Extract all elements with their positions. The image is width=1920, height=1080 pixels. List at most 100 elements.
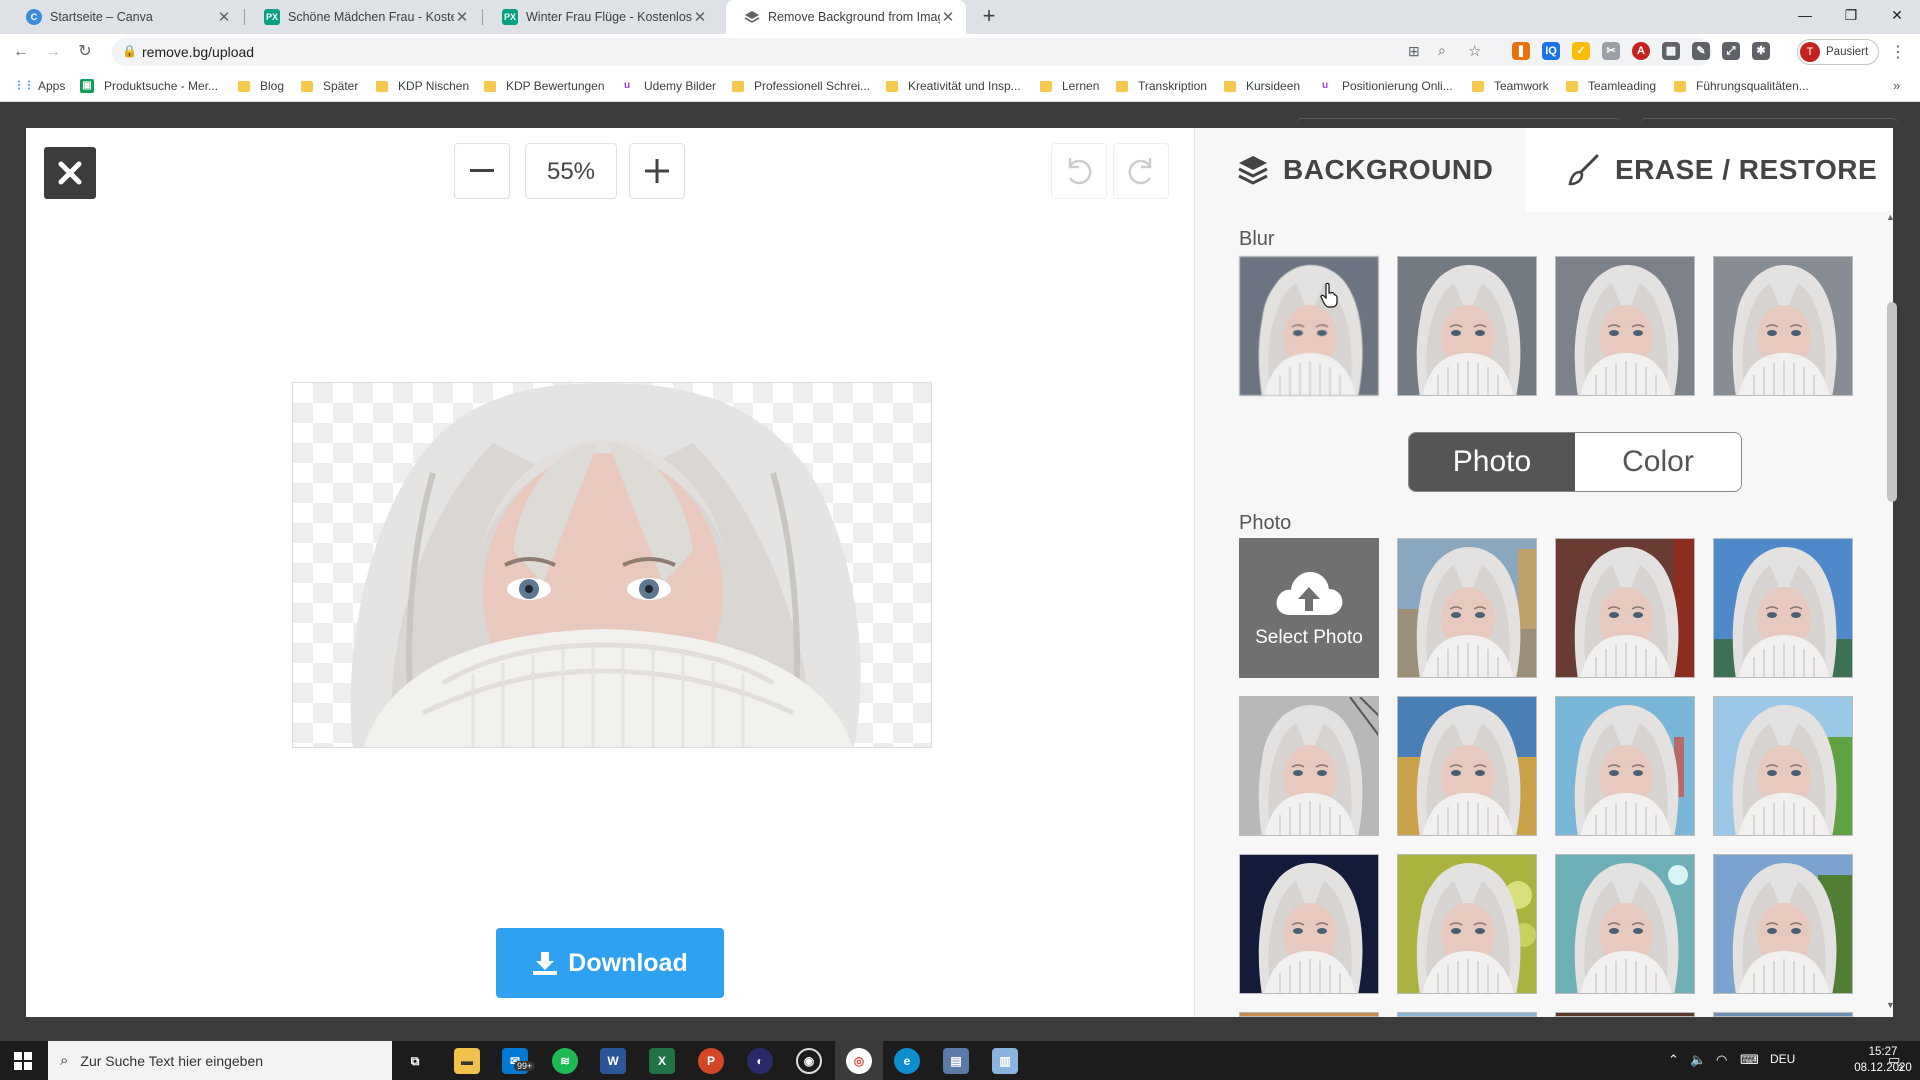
fullscreen-icon[interactable]: ⤢: [1722, 42, 1740, 60]
bookmark-item[interactable]: Teamwork: [1472, 70, 1549, 102]
photo-option[interactable]: [1555, 854, 1695, 994]
app-icon[interactable]: ▥: [992, 1048, 1018, 1074]
extension-iq-icon[interactable]: IQ: [1542, 42, 1560, 60]
toggle-photo[interactable]: Photo: [1409, 433, 1575, 491]
extension-icon[interactable]: ❚: [1512, 42, 1530, 60]
close-tab-icon[interactable]: ✕: [216, 8, 232, 26]
zoom-in-button[interactable]: [629, 143, 685, 199]
volume-icon[interactable]: 🔈: [1690, 1052, 1706, 1068]
photo-option[interactable]: [1713, 696, 1853, 836]
toggle-color[interactable]: Color: [1575, 433, 1741, 491]
address-bar[interactable]: 🔒 remove.bg/upload ⊞ ⌕ ☆: [112, 38, 1712, 66]
scroll-up-icon[interactable]: ▲: [1886, 212, 1895, 222]
profile-button[interactable]: T Pausiert: [1797, 39, 1879, 65]
photo-option[interactable]: [1713, 538, 1853, 678]
tab-background[interactable]: BACKGROUND: [1195, 128, 1525, 212]
extension-icon[interactable]: ✓: [1572, 42, 1590, 60]
tab-erase-restore[interactable]: ERASE / RESTORE: [1525, 128, 1893, 212]
tab-pexels-2[interactable]: PX Winter Frau Flüge - Kostenloses F ✕: [484, 0, 718, 34]
bookmark-item[interactable]: Lernen: [1040, 70, 1099, 102]
bookmark-item[interactable]: Teamleading: [1566, 70, 1656, 102]
extension-grid-icon[interactable]: ▦: [1662, 42, 1680, 60]
photo-option[interactable]: [1713, 1012, 1853, 1017]
blur-option-3[interactable]: [1555, 256, 1695, 396]
blur-option-4[interactable]: [1713, 256, 1853, 396]
photo-option[interactable]: [1555, 696, 1695, 836]
browser-menu-icon[interactable]: ⋮: [1890, 42, 1906, 62]
bookmark-star-icon[interactable]: ☆: [1468, 42, 1481, 60]
zoom-icon[interactable]: ⌕: [1438, 42, 1446, 59]
bookmark-item[interactable]: ▣ Produktsuche - Mer...: [80, 70, 218, 102]
file-explorer-icon[interactable]: ▬: [454, 1048, 480, 1074]
download-button[interactable]: Download: [496, 928, 724, 998]
back-icon[interactable]: ←: [10, 41, 32, 63]
chrome-icon[interactable]: ◎: [846, 1048, 872, 1074]
bookmarks-overflow-icon[interactable]: »: [1893, 78, 1900, 93]
spotify-icon[interactable]: ≋: [552, 1048, 578, 1074]
close-tab-icon[interactable]: ✕: [454, 8, 470, 26]
undo-button[interactable]: [1051, 143, 1107, 199]
language-indicator[interactable]: DEU: [1770, 1052, 1795, 1066]
photo-option[interactable]: [1397, 854, 1537, 994]
photo-option[interactable]: [1239, 696, 1379, 836]
panel-scrollbar[interactable]: [1887, 302, 1897, 502]
powerpoint-icon[interactable]: P: [698, 1048, 724, 1074]
extension-icon[interactable]: ✂: [1602, 42, 1620, 60]
keyboard-icon[interactable]: ⌨: [1740, 1052, 1759, 1068]
close-window-icon[interactable]: ✕: [1874, 0, 1920, 30]
blur-option-1[interactable]: [1239, 256, 1379, 396]
translate-icon[interactable]: ⊞: [1408, 43, 1420, 60]
zoom-out-button[interactable]: [454, 143, 510, 199]
photo-option[interactable]: [1239, 1012, 1379, 1017]
edge-icon[interactable]: e: [894, 1048, 920, 1074]
tray-chevron-icon[interactable]: ⌃: [1668, 1052, 1679, 1068]
select-photo-button[interactable]: Select Photo: [1239, 538, 1379, 678]
bookmark-item[interactable]: KDP Bewertungen: [484, 70, 605, 102]
close-tab-icon[interactable]: ✕: [692, 8, 708, 26]
bookmark-item[interactable]: Professionell Schrei...: [732, 70, 870, 102]
photo-option[interactable]: [1397, 696, 1537, 836]
tab-canva[interactable]: C Startseite – Canva ✕: [8, 0, 242, 34]
bookmark-item[interactable]: Transkription: [1116, 70, 1207, 102]
puzzle-icon[interactable]: ✱: [1752, 42, 1770, 60]
adblock-icon[interactable]: A: [1632, 42, 1650, 60]
photo-option[interactable]: [1239, 854, 1379, 994]
photo-option[interactable]: [1397, 1012, 1537, 1017]
photo-option[interactable]: [1555, 538, 1695, 678]
windows-start-icon[interactable]: [14, 1052, 32, 1070]
new-tab-button[interactable]: +: [976, 4, 1002, 30]
bookmark-item[interactable]: Blog: [238, 70, 284, 102]
taskbar-clock[interactable]: 15:27 08.12.2020: [1853, 1044, 1913, 1076]
close-editor-button[interactable]: [44, 147, 96, 199]
close-tab-icon[interactable]: ✕: [940, 8, 956, 26]
bookmark-item[interactable]: u Udemy Bilder: [620, 70, 716, 102]
forward-icon[interactable]: →: [42, 41, 64, 63]
minimize-icon[interactable]: —: [1782, 0, 1828, 30]
bookmark-item[interactable]: Später: [301, 70, 358, 102]
blur-option-2[interactable]: [1397, 256, 1537, 396]
photo-option[interactable]: [1397, 538, 1537, 678]
restore-icon[interactable]: ❐: [1828, 0, 1874, 30]
word-icon[interactable]: W: [600, 1048, 626, 1074]
bookmark-apps[interactable]: ⋮⋮ Apps: [14, 70, 65, 102]
scroll-down-icon[interactable]: ▼: [1886, 1000, 1895, 1010]
obs-icon[interactable]: ◉: [796, 1048, 822, 1074]
photo-option[interactable]: [1713, 854, 1853, 994]
app-icon[interactable]: ▤: [943, 1048, 969, 1074]
eyedropper-icon[interactable]: ✎: [1692, 42, 1710, 60]
reload-icon[interactable]: ↻: [74, 41, 96, 63]
app-icon[interactable]: ◐: [747, 1048, 773, 1074]
bookmark-item[interactable]: KDP Nischen: [376, 70, 469, 102]
bookmark-item[interactable]: Kreativität und Insp...: [886, 70, 1021, 102]
taskbar-search-input[interactable]: ⌕ Zur Suche Text hier eingeben: [48, 1041, 392, 1080]
bookmark-item[interactable]: u Positionierung Onli...: [1318, 70, 1453, 102]
tab-pexels-1[interactable]: PX Schöne Mädchen Frau - Kostenlo ✕: [246, 0, 480, 34]
bookmark-item[interactable]: Führungsqualitäten...: [1674, 70, 1809, 102]
excel-icon[interactable]: X: [649, 1048, 675, 1074]
photo-option[interactable]: [1555, 1012, 1695, 1017]
bookmark-item[interactable]: Kursideen: [1224, 70, 1300, 102]
network-icon[interactable]: ◠: [1716, 1052, 1727, 1068]
redo-button[interactable]: [1113, 143, 1169, 199]
task-view-icon[interactable]: ⧉: [402, 1048, 428, 1074]
tab-removebg[interactable]: Remove Background from Image ✕: [726, 0, 966, 34]
